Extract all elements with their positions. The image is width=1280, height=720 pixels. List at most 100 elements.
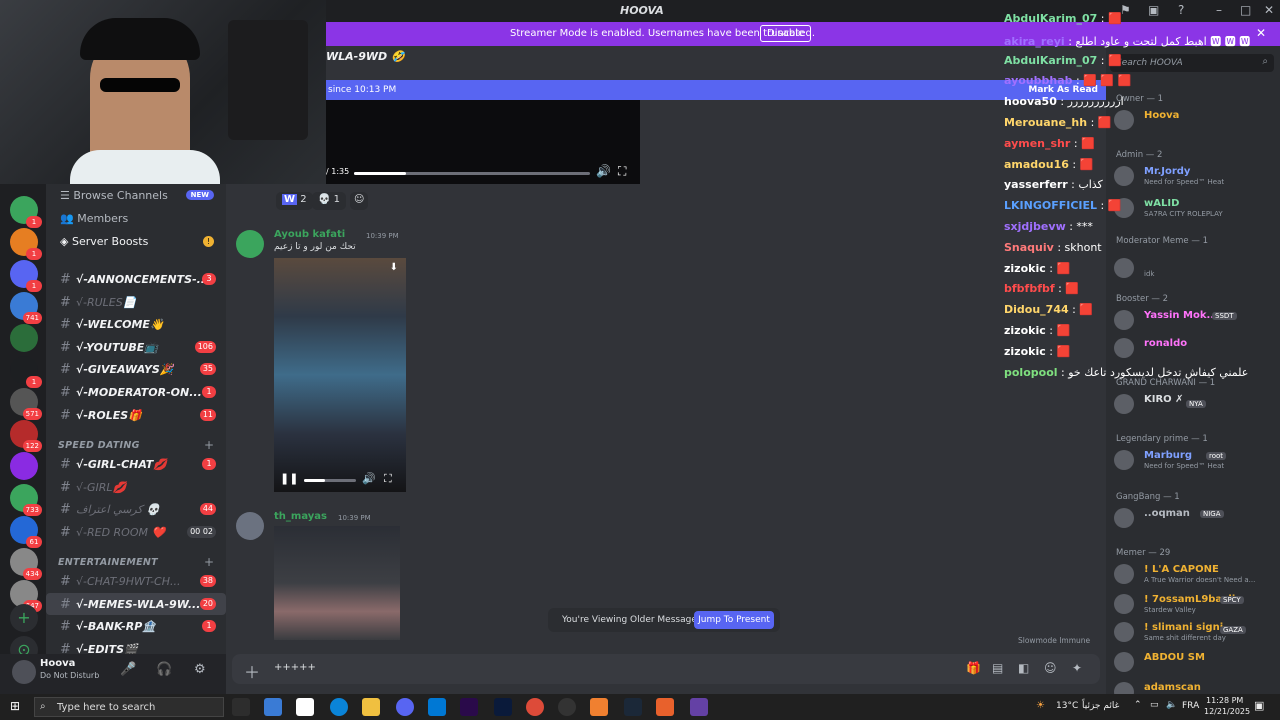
emoji-icon[interactable]: ☺	[1044, 661, 1057, 675]
message-author[interactable]: Ayoub kafati	[274, 229, 345, 240]
server-icon[interactable]: 434	[10, 548, 42, 580]
video-player[interactable]: / 1:35 🔊 ⛶	[326, 100, 640, 184]
volume-icon[interactable]: 🔊	[362, 472, 376, 485]
task-view-icon[interactable]	[232, 698, 250, 716]
windows-start-icon[interactable]: ⊞	[10, 699, 20, 713]
image-attachment[interactable]	[274, 526, 400, 640]
store-icon[interactable]	[264, 698, 282, 716]
member-item[interactable]: ! L'A CAPONE A True Warrior doesn't Need …	[1108, 562, 1276, 586]
member-item[interactable]: Marburg Need for Speed™ Heat	[1108, 448, 1276, 472]
headphones-icon[interactable]: 🎧	[156, 662, 172, 677]
apps-icon[interactable]: ✦	[1072, 661, 1082, 675]
twitch-icon[interactable]	[690, 698, 708, 716]
fullscreen-icon[interactable]: ⛶	[384, 472, 392, 486]
attach-plus-icon[interactable]: ＋	[244, 659, 260, 683]
channel-item[interactable]: # كرسي اعتراف 💀 44	[46, 498, 226, 520]
outlook-icon[interactable]	[428, 698, 446, 716]
add-server-icon[interactable]: +	[10, 604, 38, 632]
member-item[interactable]: ! 7ossamL9bayli Stardew Valley	[1108, 592, 1276, 616]
channel-item[interactable]: # √-MEMES-WLA-9W... 20	[46, 592, 226, 615]
channel-item[interactable]: # √-GIRL-CHAT💋 1	[46, 453, 226, 475]
photoshop-icon[interactable]	[494, 698, 512, 716]
clock-time[interactable]: 11:28 PM	[1206, 696, 1243, 705]
clock-date[interactable]: 12/21/2025	[1204, 707, 1250, 716]
chrome-icon[interactable]	[526, 698, 544, 716]
fullscreen-icon[interactable]: ⛶	[618, 164, 626, 179]
channel-item[interactable]: # √-BANK-RP🏦 1	[46, 615, 226, 637]
channel-item[interactable]: # √-EDITS🎬	[46, 638, 226, 654]
channel-item[interactable]: # √-RED ROOM ❤️ 00 02	[46, 521, 226, 543]
channel-item[interactable]: # √-WELCOME👋	[46, 313, 226, 335]
server-icon[interactable]: 1	[10, 356, 42, 388]
channel-item[interactable]: # √-ANNONCEMENTS-... 3	[46, 268, 226, 290]
steam-icon[interactable]	[624, 698, 642, 716]
category-entertainement[interactable]: ENTERTAINEMENT	[58, 557, 158, 568]
weather-temp[interactable]: 13°C	[1056, 701, 1078, 711]
close-icon[interactable]: ✕	[1264, 3, 1274, 17]
new-messages-bar[interactable]: since 10:13 PM Mark As Read	[326, 80, 1106, 100]
weather-text[interactable]: غائم جزئياً	[1082, 701, 1119, 711]
network-icon[interactable]: ▭	[1150, 700, 1159, 710]
obs-icon[interactable]	[558, 698, 576, 716]
channel-item[interactable]: # √-RULES📄	[46, 291, 226, 313]
microphone-icon[interactable]: 🎤	[120, 662, 136, 677]
language-indicator[interactable]: FRA	[1182, 701, 1199, 711]
channel-item[interactable]: # √-MODERATOR-ON... 1	[46, 381, 226, 403]
channel-item[interactable]: # √-CHAT-9HWT-CH... 38	[46, 570, 226, 592]
taskbar-search[interactable]: ⌕ Type here to search	[34, 697, 224, 717]
member-item[interactable]: ..oqman	[1108, 506, 1276, 530]
channel-item[interactable]: # √-GIRL💋	[46, 476, 226, 498]
server-icon[interactable]	[10, 324, 38, 352]
server-icon[interactable]: 122	[10, 420, 42, 452]
add-channel-icon[interactable]: +	[204, 438, 214, 452]
user-name[interactable]: Hoova	[40, 658, 75, 669]
sticker-icon[interactable]: ◧	[1018, 661, 1029, 675]
avatar[interactable]	[236, 230, 264, 258]
disable-button[interactable]: Disable	[760, 25, 812, 42]
member-item[interactable]: ! slimani signi... Same shit different da…	[1108, 620, 1276, 644]
message-author[interactable]: th_mayas	[274, 511, 327, 522]
reaction-w[interactable]: W 2	[276, 192, 313, 210]
pause-icon[interactable]: ❚❚	[280, 472, 298, 485]
volume-icon[interactable]: 🔈	[1166, 700, 1177, 710]
category-speed-dating[interactable]: SPEED DATING	[58, 440, 140, 451]
minimize-icon[interactable]: –	[1216, 3, 1222, 17]
server-icon[interactable]: 741	[10, 292, 42, 324]
attachment-progress[interactable]	[304, 479, 356, 482]
edge-icon[interactable]	[330, 698, 348, 716]
channel-item[interactable]: # √-GIVEAWAYS🎉 35	[46, 358, 226, 380]
download-icon[interactable]: ⬇	[390, 262, 398, 273]
channel-item[interactable]: # √-YOUTUBE📺 106	[46, 336, 226, 358]
discord-icon[interactable]	[396, 698, 414, 716]
server-boosts-link[interactable]: ◈ Server Boosts	[60, 235, 148, 248]
server-icon[interactable]: 571	[10, 388, 42, 420]
maximize-icon[interactable]: □	[1240, 3, 1251, 17]
video-progress[interactable]	[354, 172, 590, 175]
user-avatar[interactable]	[12, 660, 36, 684]
message-input[interactable]	[274, 662, 874, 673]
volume-icon[interactable]: 🔊	[596, 164, 611, 178]
server-icon[interactable]	[10, 452, 38, 480]
banner-close-icon[interactable]: ✕	[1256, 26, 1266, 40]
fl-studio-icon[interactable]	[590, 698, 608, 716]
browse-channels[interactable]: ☰ Browse Channels	[60, 189, 168, 202]
server-icon[interactable]: 1	[10, 260, 42, 292]
settings-gear-icon[interactable]: ⚙	[194, 662, 206, 677]
server-icon[interactable]: 1	[10, 228, 42, 260]
gift-icon[interactable]: 🎁	[966, 661, 981, 675]
jump-to-present-button[interactable]: Jump To Present	[694, 611, 774, 629]
channel-item[interactable]: # √-ROLES🎁 11	[46, 404, 226, 426]
add-channel-icon[interactable]: +	[204, 555, 214, 569]
explorer-icon[interactable]	[362, 698, 380, 716]
members-link[interactable]: 👥 Members	[60, 212, 128, 225]
server-icon[interactable]: 61	[10, 516, 42, 548]
server-icon[interactable]: 1	[10, 196, 42, 228]
video-attachment[interactable]: ⬇ ❚❚ 🔊 ⛶	[274, 258, 406, 492]
notifications-icon[interactable]: ▣	[1254, 699, 1264, 712]
gif-icon[interactable]: ▤	[992, 661, 1003, 675]
server-icon[interactable]: 733	[10, 484, 42, 516]
reaction-skull[interactable]: 💀 1	[312, 192, 347, 210]
app-icon[interactable]	[656, 698, 674, 716]
premiere-icon[interactable]	[460, 698, 478, 716]
avatar[interactable]	[236, 512, 264, 540]
